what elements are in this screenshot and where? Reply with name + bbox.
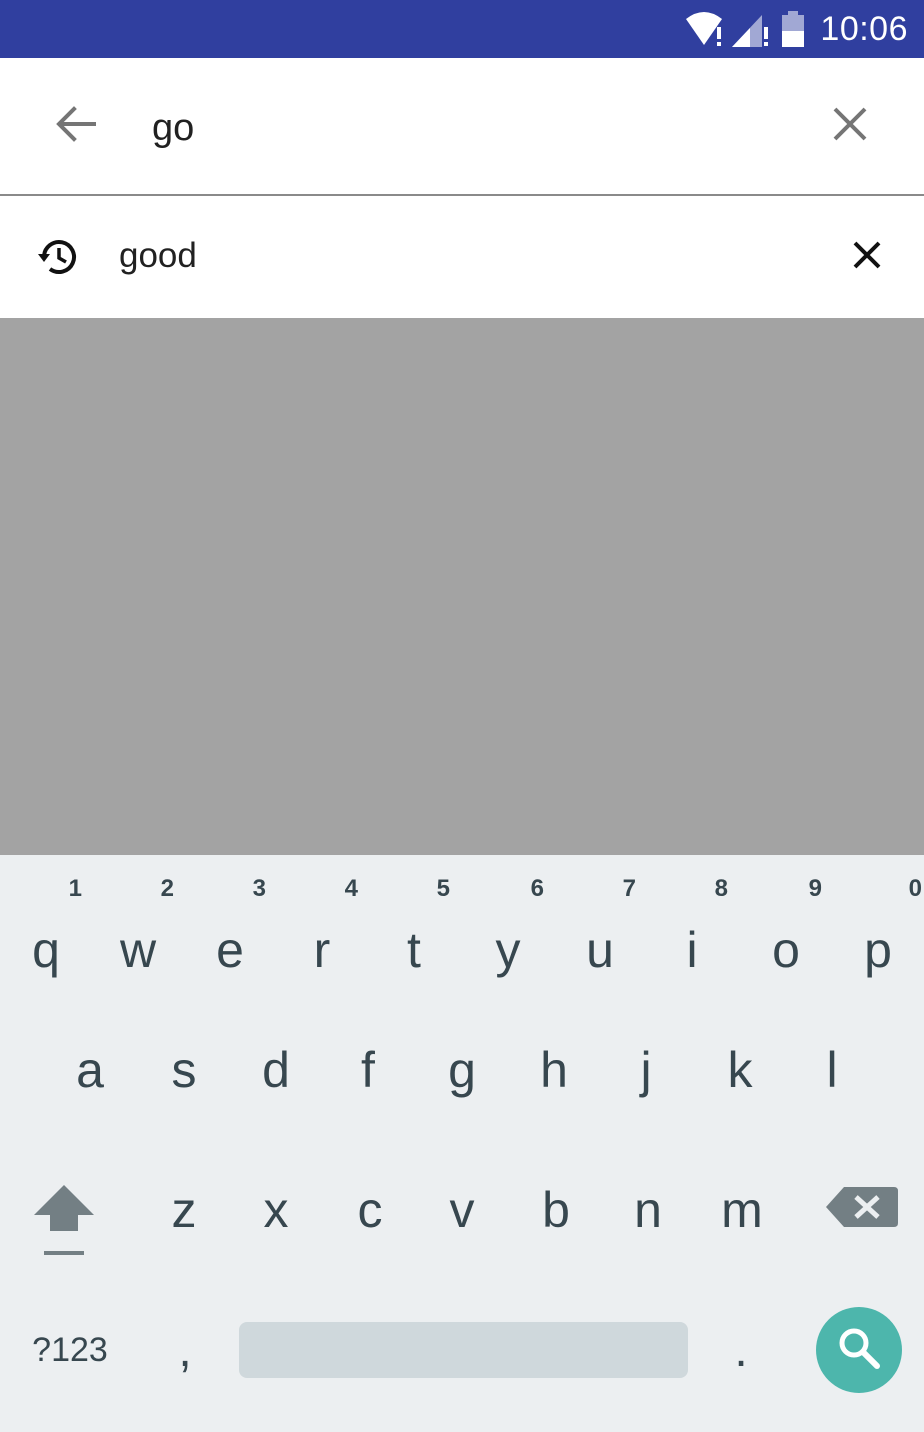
key-label: b: [542, 1182, 570, 1238]
key-v[interactable]: v: [416, 1155, 508, 1265]
remove-suggestion-button[interactable]: [842, 232, 892, 282]
search-action-key[interactable]: [816, 1307, 902, 1393]
close-icon: [853, 241, 881, 274]
key-label: g: [448, 1042, 476, 1098]
wifi-alert-icon: [684, 9, 730, 49]
key-hint: 0: [908, 875, 922, 902]
search-input[interactable]: [152, 98, 772, 158]
key-label: a: [76, 1042, 104, 1098]
status-icons: 10:06: [684, 0, 924, 58]
symbols-key[interactable]: ?123: [20, 1325, 120, 1375]
clear-search-button[interactable]: [820, 96, 880, 156]
clock: 10:06: [820, 9, 908, 48]
key-label: x: [263, 1182, 289, 1238]
key-label: w: [119, 922, 157, 978]
key-y[interactable]: 6y: [462, 875, 554, 985]
key-z[interactable]: z: [138, 1155, 230, 1265]
key-hint: 9: [808, 875, 822, 902]
key-x[interactable]: x: [230, 1155, 322, 1265]
key-n[interactable]: n: [602, 1155, 694, 1265]
key-p[interactable]: 0p: [832, 875, 924, 985]
key-hint: 1: [68, 875, 82, 902]
key-label: p: [864, 922, 892, 978]
key-a[interactable]: a: [44, 1015, 136, 1125]
key-c[interactable]: c: [324, 1155, 416, 1265]
key-m[interactable]: m: [696, 1155, 788, 1265]
backspace-icon: [822, 1187, 902, 1241]
key-label: i: [686, 922, 698, 978]
search-icon: [836, 1325, 882, 1376]
key-hint: 8: [714, 875, 728, 902]
key-label: h: [540, 1042, 568, 1098]
key-q[interactable]: 1q: [0, 875, 92, 985]
period-key[interactable]: .: [716, 1315, 766, 1385]
key-hint: 7: [622, 875, 636, 902]
key-s[interactable]: s: [138, 1015, 230, 1125]
key-hint: 4: [344, 875, 358, 902]
key-label: o: [772, 922, 800, 978]
key-t[interactable]: 5t: [368, 875, 460, 985]
key-label: t: [407, 922, 421, 978]
key-b[interactable]: b: [510, 1155, 602, 1265]
key-label: d: [262, 1042, 290, 1098]
key-label: s: [171, 1042, 197, 1098]
key-label: y: [495, 922, 521, 978]
close-icon: [832, 106, 868, 147]
key-hint: 6: [530, 875, 544, 902]
key-hint: 3: [252, 875, 266, 902]
key-label: v: [449, 1182, 475, 1238]
shift-key[interactable]: [22, 1173, 106, 1263]
status-bar: 10:06: [0, 0, 924, 58]
key-f[interactable]: f: [322, 1015, 414, 1125]
key-label: e: [216, 922, 244, 978]
key-l[interactable]: l: [786, 1015, 878, 1125]
key-label: k: [727, 1042, 753, 1098]
suggestion-item[interactable]: good: [0, 196, 924, 318]
comma-key[interactable]: ,: [160, 1315, 210, 1385]
key-j[interactable]: j: [600, 1015, 692, 1125]
arrow-back-icon: [54, 104, 98, 149]
backspace-key[interactable]: [822, 1177, 902, 1237]
key-g[interactable]: g: [416, 1015, 508, 1125]
dim-overlay[interactable]: [0, 318, 924, 855]
key-w[interactable]: 2w: [92, 875, 184, 985]
key-label: z: [171, 1182, 197, 1238]
battery-icon: [780, 9, 806, 49]
key-d[interactable]: d: [230, 1015, 322, 1125]
key-hint: 5: [436, 875, 450, 902]
key-h[interactable]: h: [508, 1015, 600, 1125]
keyboard: 1q 2w 3e 4r 5t 6y 7u 8i 9o 0p a s d f g …: [0, 855, 924, 1432]
key-hint: 2: [160, 875, 174, 902]
history-icon: [36, 234, 82, 280]
shift-icon: [22, 1185, 106, 1267]
signal-alert-icon: [730, 9, 770, 49]
back-button[interactable]: [44, 96, 108, 156]
key-label: q: [32, 922, 60, 978]
key-label: n: [634, 1182, 662, 1238]
key-label: r: [313, 922, 331, 978]
space-key[interactable]: [239, 1322, 688, 1378]
key-o[interactable]: 9o: [740, 875, 832, 985]
key-i[interactable]: 8i: [646, 875, 738, 985]
key-k[interactable]: k: [694, 1015, 786, 1125]
key-u[interactable]: 7u: [554, 875, 646, 985]
key-label: f: [361, 1042, 375, 1098]
suggestion-text: good: [119, 236, 197, 275]
key-label: c: [357, 1182, 383, 1238]
key-label: l: [826, 1042, 838, 1098]
key-label: m: [721, 1182, 763, 1238]
key-e[interactable]: 3e: [184, 875, 276, 985]
key-r[interactable]: 4r: [276, 875, 368, 985]
search-bar: [0, 58, 924, 196]
key-label: u: [586, 922, 614, 978]
key-label: j: [640, 1042, 652, 1098]
